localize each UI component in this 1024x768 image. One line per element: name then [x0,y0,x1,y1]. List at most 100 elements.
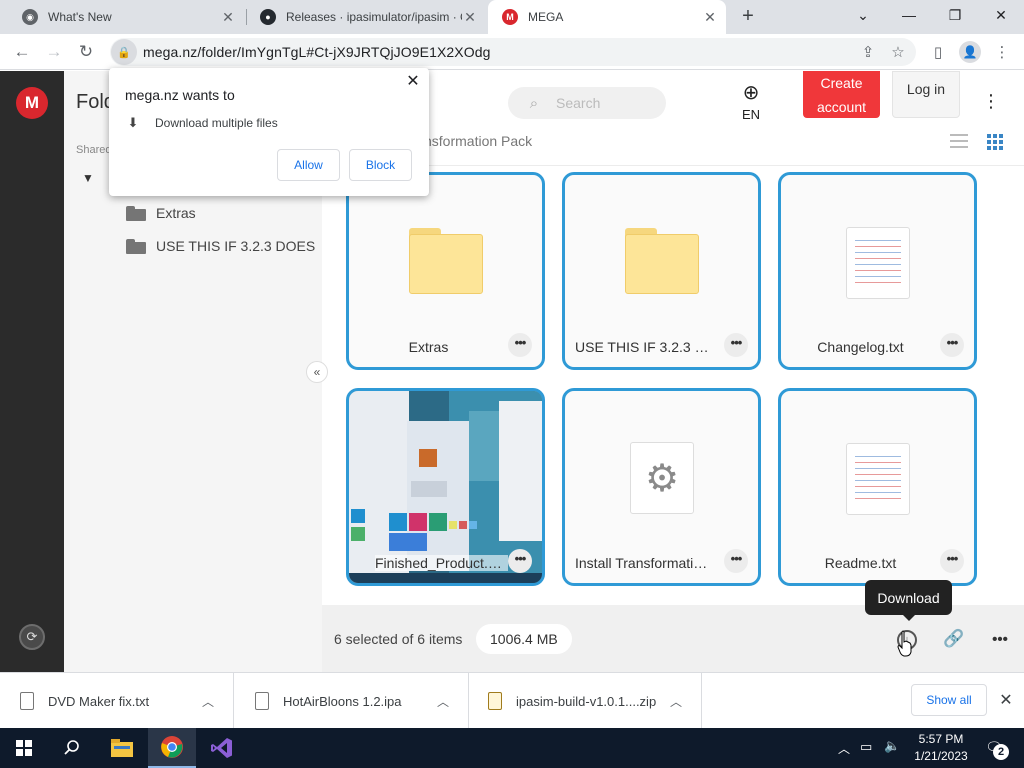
browser-toolbar: ← → ↻ 🔒 mega.nz/folder/ImYgnTgL#Ct-jX9JR… [0,34,1024,70]
file-card-finished-product[interactable]: Finished_Product.png ••• [346,388,545,586]
download-item[interactable]: ipasim-build-v1.0.1....zip ︿ [468,673,702,729]
file-name: Install Transformation Pack [575,555,714,571]
more-options-icon[interactable]: ••• [988,627,1012,651]
file-explorer-icon[interactable] [98,728,146,768]
more-options-icon[interactable]: ••• [508,549,532,573]
more-options-icon[interactable]: ••• [508,333,532,357]
more-options-icon[interactable]: ••• [940,333,964,357]
list-view-icon[interactable] [950,134,968,150]
login-button[interactable]: Log in [892,71,960,118]
file-card-extras[interactable]: Extras ••• [346,172,545,370]
chevron-up-icon[interactable]: ︿ [201,693,215,710]
close-icon[interactable]: ✕ [998,690,1014,710]
restore-button[interactable]: ❐ [932,0,978,30]
volume-icon[interactable]: 🔈 [884,738,900,754]
reload-icon[interactable]: ↻ [72,38,100,66]
download-item[interactable]: HotAirBloons 1.2.ipa ︿ [235,673,469,729]
selection-bar: 6 selected of 6 items 1006.4 MB ↓ 🔗 ••• [322,605,1024,672]
tree-item-label: Extras [156,205,196,221]
breadcrumb[interactable]: nsformation Pack [424,133,532,149]
mega-logo-icon[interactable]: M [16,87,48,119]
tree-item-label: USE THIS IF 3.2.3 DOES [156,238,316,254]
download-item[interactable]: DVD Maker fix.txt ︿ [0,673,234,729]
mega-favicon-icon: M [502,9,518,25]
chevron-up-icon[interactable]: ︿ [436,693,450,710]
url-text[interactable]: mega.nz/folder/ImYgnTgL#Ct-jX9JRTQjJO9E1… [143,44,491,60]
back-icon[interactable]: ← [8,38,36,66]
hand-cursor-icon [897,630,912,657]
window-close-button[interactable]: ✕ [978,0,1024,30]
language-code: EN [741,107,761,122]
close-icon[interactable]: ✕ [405,74,421,90]
bookmark-star-icon[interactable]: ☆ [884,38,912,66]
folder-icon [625,228,699,294]
file-card-use-this[interactable]: USE THIS IF 3.2.3 DOES NOT WORK ••• [562,172,761,370]
tab-close-icon[interactable]: ✕ [702,9,718,25]
left-rail: M ⟳ [0,71,64,672]
more-options-icon[interactable]: ••• [724,549,748,573]
sync-icon[interactable]: ⟳ [19,624,45,650]
lock-icon[interactable]: 🔒 [111,39,137,65]
search-icon[interactable] [48,728,96,768]
block-button[interactable]: Block [349,149,412,181]
grid-view-icon[interactable] [987,134,1003,150]
link-icon[interactable]: 🔗 [942,627,966,651]
network-icon[interactable]: ▭ [860,739,872,755]
folder-icon [126,238,146,254]
tray-chevron-up-icon[interactable]: ︿ [838,740,850,757]
notification-badge: 2 [993,744,1009,760]
language-selector[interactable]: ⊕ EN [736,83,766,122]
start-button[interactable] [0,728,48,768]
more-options-icon[interactable]: ••• [940,549,964,573]
taskbar: ︿ ▭ 🔈 5:57 PM 1/21/2023 🗨 2 [0,728,1024,768]
allow-button[interactable]: Allow [277,149,340,181]
github-icon: ● [260,9,276,25]
new-tab-button[interactable]: + [736,5,760,29]
file-card-readme[interactable]: Readme.txt ••• [778,388,977,586]
collapse-sidebar-icon[interactable]: « [306,361,328,383]
file-card-install[interactable]: ⚙ Install Transformation Pack ••• [562,388,761,586]
tab-search-button[interactable]: ⌄ [840,0,886,30]
browser-menu-icon[interactable]: ⋮ [988,38,1016,66]
file-icon [255,692,269,710]
tab-close-icon[interactable]: ✕ [462,9,478,25]
profile-icon[interactable]: 👤 [956,38,984,66]
download-shelf: DVD Maker fix.txt ︿ HotAirBloons 1.2.ipa… [0,672,1024,729]
tree-item-extras[interactable]: Extras [126,202,196,224]
tree-item-use-this[interactable]: USE THIS IF 3.2.3 DOES [126,235,315,257]
file-card-changelog[interactable]: Changelog.txt ••• [778,172,977,370]
more-options-icon[interactable]: ••• [724,333,748,357]
tree-expand-chevron-icon[interactable]: ▼ [82,171,94,185]
clock[interactable]: 5:57 PM 1/21/2023 [910,731,972,765]
chevron-up-icon[interactable]: ︿ [669,693,683,710]
create-account-button[interactable]: Create account [803,71,880,118]
folder-icon [409,228,483,294]
chrome-taskbar-icon[interactable] [148,728,196,768]
tab-mega[interactable]: M MEGA ✕ [488,0,726,34]
download-filename: DVD Maker fix.txt [48,693,150,709]
side-panel-icon[interactable]: ▯ [924,38,952,66]
globe-icon: ⊕ [742,82,760,104]
page-menu-icon[interactable]: ⋮ [982,91,1000,112]
minimize-button[interactable]: — [886,0,932,30]
tab-whats-new[interactable]: ◉ What's New ✕ [8,0,244,34]
search-box[interactable]: ⌕ Search [508,87,666,119]
folder-icon [126,205,146,221]
text-file-icon [846,227,910,299]
tab-close-icon[interactable]: ✕ [220,9,236,25]
address-bar[interactable]: 🔒 mega.nz/folder/ImYgnTgL#Ct-jX9JRTQjJO9… [110,38,916,66]
tab-title: MEGA [528,10,564,24]
permission-popup: mega.nz wants to ✕ ⬇ Download multiple f… [109,68,429,196]
show-all-button[interactable]: Show all [911,684,987,716]
download-filename: ipasim-build-v1.0.1....zip [516,693,657,709]
visual-studio-icon[interactable] [198,728,246,768]
forward-icon[interactable]: → [40,38,68,66]
text-file-icon [20,692,34,710]
tab-releases[interactable]: ● Releases · ipasimulator/ipasim · G ✕ [246,0,486,34]
file-name: Extras [408,339,449,355]
search-icon: ⌕ [529,94,539,112]
file-name: USE THIS IF 3.2.3 DOES NOT WORK [575,339,714,355]
popup-message: Download multiple files [155,116,278,130]
zip-file-icon [488,692,502,710]
share-icon[interactable]: ⇪ [854,38,882,66]
